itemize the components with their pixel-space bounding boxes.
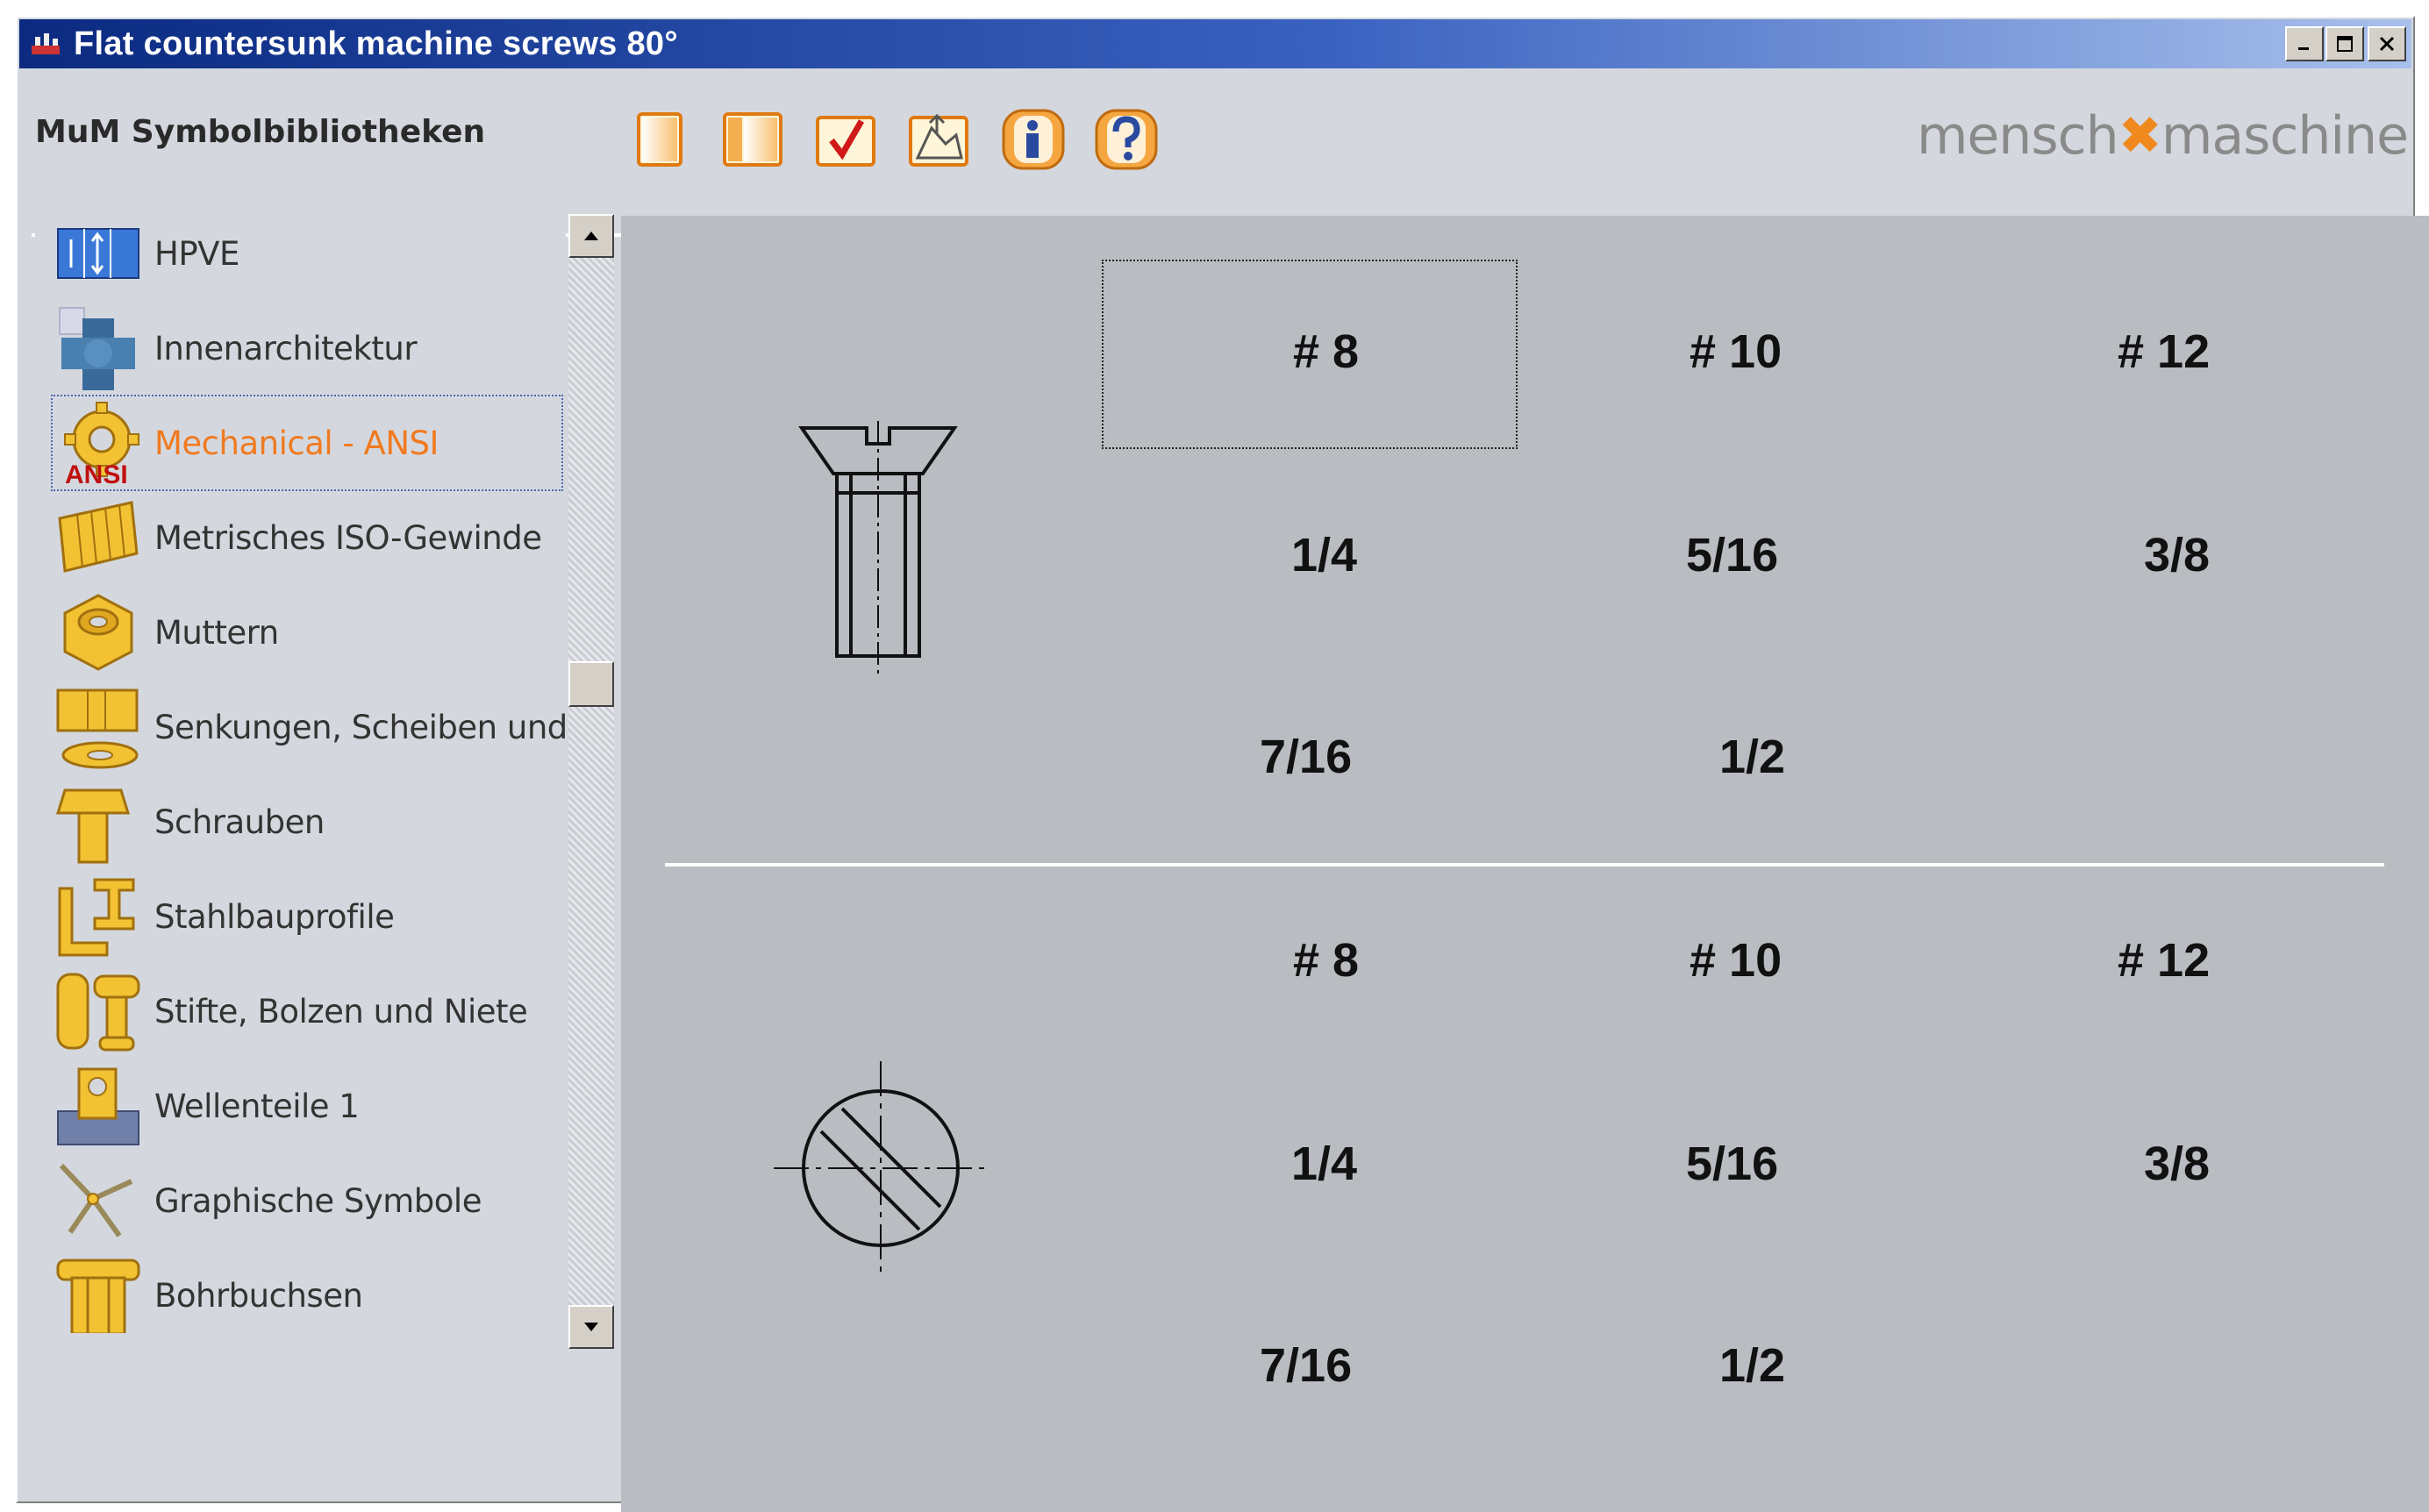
ansi-badge: ANSI: [65, 460, 128, 489]
size-top-8[interactable]: # 8: [1293, 933, 1359, 988]
arrow-down-icon: [584, 1323, 598, 1331]
help-icon[interactable]: [1093, 109, 1160, 170]
screw-icon: [55, 788, 131, 864]
innenarchitektur-icon: [59, 307, 135, 390]
size-top-10[interactable]: # 10: [1690, 933, 1782, 988]
washer-icon: [56, 688, 139, 769]
library-item-muttern[interactable]: Muttern: [53, 586, 561, 679]
library-item-label: Metrisches ISO-Gewinde: [154, 518, 542, 557]
library-item-mechanical-ansi[interactable]: ANSI Mechanical - ANSI: [51, 395, 563, 491]
library-item-label: Stahlbauprofile: [154, 897, 395, 936]
library-scrollbar[interactable]: [568, 214, 614, 1349]
app-icon: [32, 33, 60, 54]
view-divider: [665, 863, 2384, 867]
maximize-icon: [2337, 36, 2353, 52]
title-bar[interactable]: Flat countersunk machine screws 80°: [19, 19, 2411, 68]
insert-symbol-icon[interactable]: [905, 109, 972, 170]
screw-top-view-drawing: [774, 1061, 988, 1275]
minimize-button[interactable]: [2285, 26, 2324, 61]
size-top-12[interactable]: # 12: [2118, 933, 2210, 988]
size-side-1-4[interactable]: 1/4: [1291, 528, 1357, 582]
iso-thread-icon: [58, 501, 139, 573]
pin-bolt-icon: [56, 973, 140, 1052]
hpve-icon: [57, 228, 139, 279]
size-side-3-8[interactable]: 3/8: [2144, 528, 2210, 582]
library-item-metrisches-iso-gewinde[interactable]: Metrisches ISO-Gewinde: [53, 491, 561, 584]
size-top-5-16[interactable]: 5/16: [1686, 1137, 1778, 1191]
info-icon[interactable]: [1000, 109, 1067, 170]
scroll-thumb[interactable]: [568, 661, 614, 707]
maximize-button[interactable]: [2325, 26, 2364, 61]
size-side-5-16[interactable]: 5/16: [1686, 528, 1778, 582]
library-item-schrauben[interactable]: Schrauben: [53, 775, 561, 868]
close-button[interactable]: [2368, 26, 2406, 61]
shaft-part-icon: [57, 1067, 139, 1145]
scroll-down-button[interactable]: [568, 1305, 614, 1349]
size-top-1-2[interactable]: 1/2: [1719, 1338, 1785, 1393]
library-item-label: HPVE: [154, 234, 239, 273]
size-side-12[interactable]: # 12: [2118, 325, 2210, 379]
library-item-wellenteile[interactable]: Wellenteile 1: [53, 1059, 561, 1152]
scroll-up-button[interactable]: [568, 214, 614, 258]
library-item-label: Schrauben: [154, 802, 325, 841]
library-item-label: Muttern: [154, 613, 279, 652]
brand-right-text: maschine: [2161, 105, 2409, 167]
size-top-7-16[interactable]: 7/16: [1260, 1338, 1352, 1393]
blank-page-icon[interactable]: [626, 109, 693, 170]
size-top-1-4[interactable]: 1/4: [1291, 1137, 1357, 1191]
library-item-stifte[interactable]: Stifte, Bolzen und Niete: [53, 965, 561, 1058]
library-item-senkungen[interactable]: Senkungen, Scheiben und Du: [53, 681, 566, 774]
size-side-8[interactable]: # 8: [1293, 325, 1359, 379]
close-icon: [2379, 36, 2395, 52]
library-item-label: Graphische Symbole: [154, 1181, 482, 1220]
toolbar: MuM Symbolbibliotheken mensch✖maschine: [19, 70, 2411, 237]
library-item-label: Wellenteile 1: [154, 1087, 360, 1125]
library-item-hpve[interactable]: HPVE: [53, 207, 561, 300]
app-window: Flat countersunk machine screws 80° MuM …: [16, 16, 2429, 1512]
window-title: Flat countersunk machine screws 80°: [74, 25, 678, 62]
app-label: MuM Symbolbibliotheken: [35, 114, 486, 150]
library-item-bohrbuchsen[interactable]: Bohrbuchsen: [53, 1249, 561, 1333]
drill-bushing-icon: [56, 1259, 140, 1333]
library-item-innenarchitektur[interactable]: Innenarchitektur: [53, 302, 561, 395]
size-side-7-16[interactable]: 7/16: [1260, 730, 1352, 784]
minimize-icon: [2298, 47, 2309, 50]
brand-mark: ✖: [2118, 105, 2162, 167]
brand-logo: mensch✖maschine: [1916, 105, 2409, 167]
arrow-up-icon: [584, 232, 598, 240]
size-side-1-2[interactable]: 1/2: [1719, 730, 1785, 784]
panel-page-icon[interactable]: [719, 109, 786, 170]
library-item-label: Senkungen, Scheiben und Du: [154, 708, 566, 746]
screw-side-view-drawing: [798, 421, 958, 679]
size-top-3-8[interactable]: 3/8: [2144, 1137, 2210, 1191]
library-item-label: Mechanical - ANSI: [154, 424, 439, 462]
steel-profile-icon: [58, 878, 135, 957]
nut-icon: [63, 594, 133, 671]
library-item-label: Bohrbuchsen: [154, 1276, 363, 1315]
library-item-stahlbauprofile[interactable]: Stahlbauprofile: [53, 870, 561, 963]
library-item-graphische-symbole[interactable]: Graphische Symbole: [53, 1154, 561, 1247]
symbol-preview-area: # 8 # 10 # 12 1/4 5/16 3/8 7/16 1/2 # 8 …: [621, 216, 2429, 1512]
checkmark-icon[interactable]: [812, 109, 879, 170]
graphic-symbol-icon: [59, 1163, 133, 1237]
library-list: HPVE Innenarchitektur ANSI Mechanical - …: [35, 202, 566, 1333]
library-item-label: Innenarchitektur: [154, 329, 418, 367]
library-item-label: Stifte, Bolzen und Niete: [154, 992, 528, 1031]
size-side-10[interactable]: # 10: [1690, 325, 1782, 379]
brand-left-text: mensch: [1916, 105, 2119, 167]
mechanical-ansi-icon: ANSI: [64, 402, 139, 489]
